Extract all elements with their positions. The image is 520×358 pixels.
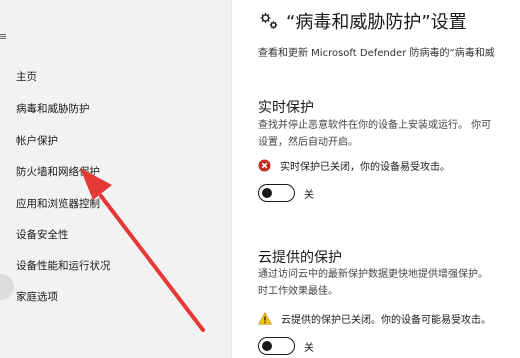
cloud-protection-toggle[interactable] [258, 337, 295, 355]
sidebar-item-device-security[interactable]: 设备安全性 [0, 221, 231, 247]
cloud-protection-status-text: 云提供的保护已关闭。你的设备可能易受攻击。 [281, 315, 491, 326]
realtime-protection-status: 实时保护已关闭，你的设备易受攻击。 [258, 158, 450, 173]
page-subtitle: 查看和更新 Microsoft Defender 防病毒的“病毒和威 [258, 48, 495, 59]
page-header: “病毒和威胁防护”设置 [258, 8, 467, 34]
sidebar-item-label: 防火墙和网络保护 [16, 165, 100, 178]
sidebar-item-label: 设备安全性 [16, 228, 69, 241]
sidebar-item-home[interactable]: 主页 [0, 63, 231, 89]
sidebar-item-family-options[interactable]: 家庭选项 [0, 283, 231, 309]
realtime-protection-title: 实时保护 [258, 100, 314, 116]
realtime-protection-toggle-label: 关 [304, 189, 314, 201]
cloud-protection-status: 云提供的保护已关闭。你的设备可能易受攻击。 [258, 311, 491, 326]
sidebar-item-label: 帐户保护 [16, 134, 58, 147]
cloud-protection-toggle-row: 关 [258, 337, 314, 355]
warning-icon [258, 312, 272, 325]
cloud-protection-desc: 通过访问云中的最新保护数据更快地提供增强保护。 时工作效果最佳。 [258, 269, 488, 297]
error-icon [258, 159, 271, 172]
cloud-protection-title: 云提供的保护 [258, 250, 342, 266]
main-content: “病毒和威胁防护”设置 查看和更新 Microsoft Defender 防病毒… [232, 0, 520, 358]
realtime-protection-toggle[interactable] [258, 184, 295, 202]
sidebar-item-label: 设备性能和运行状况 [16, 259, 111, 272]
sidebar-item-label: 应用和浏览器控制 [16, 197, 100, 210]
sidebar-item-app-browser-control[interactable]: 应用和浏览器控制 [0, 190, 231, 216]
sidebar-item-label: 主页 [16, 70, 37, 83]
page-title: “病毒和威胁防护”设置 [286, 12, 467, 33]
menu-edge-mark: ≡ [0, 30, 8, 43]
cloud-protection-toggle-label: 关 [304, 342, 314, 354]
toggle-knob [262, 340, 272, 351]
sidebar: ≡ 主页 病毒和威胁防护 帐户保护 防火墙和网络保护 应用和浏览器控制 设备安全… [0, 0, 231, 358]
sidebar-item-device-performance-health[interactable]: 设备性能和运行状况 [0, 252, 231, 278]
sidebar-item-virus-threat-protection[interactable]: 病毒和威胁防护 [0, 95, 231, 121]
realtime-protection-desc: 查找并停止恶意软件在你的设备上安装或运行。 你可 设置，然后自动开启。 [258, 120, 492, 148]
gear-icon [260, 13, 278, 29]
realtime-protection-status-text: 实时保护已关闭，你的设备易受攻击。 [280, 162, 450, 173]
realtime-protection-toggle-row: 关 [258, 184, 314, 202]
sidebar-item-firewall-network[interactable]: 防火墙和网络保护 [0, 158, 231, 184]
sidebar-item-label: 病毒和威胁防护 [16, 102, 90, 115]
sidebar-item-account-protection[interactable]: 帐户保护 [0, 127, 231, 153]
sidebar-item-label: 家庭选项 [16, 290, 58, 303]
toggle-knob [262, 187, 272, 198]
